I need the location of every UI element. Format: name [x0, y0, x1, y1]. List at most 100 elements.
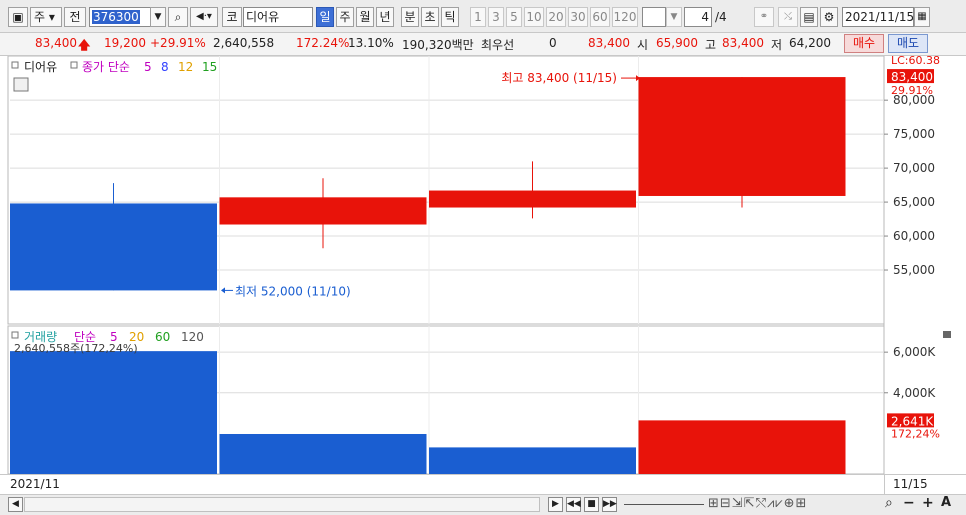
- font-size-icon[interactable]: A: [941, 495, 951, 510]
- low-price: 64,200: [789, 36, 831, 50]
- toolbar: ▣ 주 ▾ 전 376300 ▼ ⌕ ◀·▾ 코 디어유 일 주 월 년 분 초…: [0, 0, 966, 33]
- price-legend-item: 15: [202, 60, 217, 74]
- volume-legend-item: 60: [155, 330, 170, 344]
- page-input[interactable]: 4: [684, 7, 712, 27]
- interval-3[interactable]: 3: [488, 7, 504, 27]
- low-label: 저: [771, 38, 783, 52]
- period-minute[interactable]: 분: [401, 7, 419, 27]
- candle-body: [638, 77, 846, 196]
- pane-menu-icon: [943, 331, 951, 338]
- price-tick-label: 65,000: [893, 195, 935, 209]
- buy-button[interactable]: 매수: [844, 34, 884, 53]
- open-price: 65,900: [656, 36, 698, 50]
- interval-20[interactable]: 20: [546, 7, 566, 27]
- period-tick[interactable]: 틱: [441, 7, 459, 27]
- price-legend-item: 5: [144, 60, 152, 74]
- interval-60[interactable]: 60: [590, 7, 610, 27]
- code-input[interactable]: 376300: [89, 7, 151, 27]
- volume-tick-label: 4,000K: [893, 386, 936, 400]
- grid-toggle-icon: [13, 77, 29, 92]
- code-value: 376300: [92, 10, 140, 24]
- market-label: 주: [34, 10, 46, 24]
- interval-30[interactable]: 30: [568, 7, 588, 27]
- volume-bar: [219, 433, 427, 474]
- axis-divider: [884, 475, 885, 495]
- period-week[interactable]: 주: [336, 7, 354, 27]
- price-legend-item: 종가 단순: [82, 60, 130, 74]
- legend-marker-icon: [11, 331, 19, 339]
- speed-slider[interactable]: [624, 504, 704, 505]
- high-price: 83,400: [722, 36, 764, 50]
- rewind-icon[interactable]: ◀◀: [566, 497, 581, 512]
- interval-dropdown-icon[interactable]: ▼: [666, 7, 682, 27]
- best-quote-qty: 0: [549, 36, 557, 50]
- horizontal-scrollbar[interactable]: [24, 497, 540, 512]
- speaker-icon[interactable]: ◀·▾: [190, 7, 218, 27]
- candle-body: [429, 190, 636, 208]
- interval-custom-input[interactable]: [642, 7, 666, 27]
- price-tick-label: 60,000: [893, 229, 935, 243]
- zoom-icon[interactable]: ⌕: [885, 495, 893, 511]
- date-field[interactable]: 2021/11/15: [842, 7, 914, 27]
- legend-marker-icon: [70, 61, 78, 69]
- quote-bar: 83,400 🡅 19,200 +29.91% 2,640,558 172.24…: [0, 33, 966, 56]
- code-dropdown-icon[interactable]: ▼: [150, 7, 166, 27]
- window-menu-icon[interactable]: ▣: [8, 7, 28, 27]
- calendar-icon[interactable]: ▦: [914, 7, 930, 27]
- sell-button[interactable]: 매도: [888, 34, 928, 53]
- gear-icon[interactable]: ⚙: [820, 7, 838, 27]
- period-year[interactable]: 년: [376, 7, 394, 27]
- volume-value: 2,640,558: [213, 36, 275, 50]
- best-quote-price: 83,400: [588, 36, 630, 50]
- scroll-left-icon[interactable]: ◀: [8, 497, 23, 512]
- interval-1[interactable]: 1: [470, 7, 486, 27]
- last-volume-pct: 172,24%: [891, 427, 940, 440]
- price-change: 19,200: [104, 36, 146, 50]
- chart-svg: 55,00060,00065,00070,00075,00080,000디어유 종…: [7, 54, 951, 475]
- fast-forward-icon[interactable]: ▶▶: [602, 497, 617, 512]
- price-legend-item: 8: [161, 60, 169, 74]
- period-day[interactable]: 일: [316, 7, 334, 27]
- axis-start-label: 2021/11: [10, 477, 60, 491]
- page-total: /4: [715, 10, 727, 24]
- candle-body: [219, 197, 427, 225]
- volume-ratio: 172.24%: [296, 36, 350, 50]
- volume-bar: [10, 351, 217, 474]
- price-tick-label: 55,000: [893, 263, 935, 277]
- axis-end-label: 11/15: [893, 477, 928, 491]
- period-second[interactable]: 초: [421, 7, 439, 27]
- save-icon[interactable]: ▤: [800, 7, 818, 27]
- zoom-out-icon[interactable]: −: [903, 495, 915, 511]
- date-axis-bar: 2021/11 11/15: [0, 474, 966, 495]
- last-volume-label: 2,641K: [891, 414, 934, 428]
- exchange-badge[interactable]: 코: [222, 7, 242, 27]
- drawing-tools-icons[interactable]: ⊞⊟⇲⇱⤲⩘⩗⊕⊞: [708, 496, 807, 511]
- legend-marker-icon: [11, 61, 19, 69]
- search-icon[interactable]: ⌕: [168, 7, 188, 27]
- volume-bar: [429, 447, 636, 474]
- price-legend-title: 디어유: [24, 60, 57, 74]
- interval-120[interactable]: 120: [612, 7, 638, 27]
- trade-amount: 190,320백만: [402, 38, 474, 52]
- play-icon[interactable]: ▶: [548, 497, 563, 512]
- up-arrow-icon: 🡅: [78, 38, 91, 52]
- interval-5[interactable]: 5: [506, 7, 522, 27]
- interval-10[interactable]: 10: [524, 7, 544, 27]
- chart-area: 55,000 60,000 65,000 70,000 75,000 80,000 디어유 종…: [0, 54, 966, 496]
- period-select[interactable]: 전: [64, 7, 86, 27]
- volume-legend-item: 120: [181, 330, 204, 344]
- zoom-in-icon[interactable]: +: [922, 495, 934, 511]
- low-annotation: 최저 52,000 (11/10): [235, 284, 351, 298]
- trend-icon[interactable]: ⤯: [778, 7, 798, 27]
- market-select[interactable]: 주 ▾: [30, 7, 62, 27]
- bottom-toolbar: ◀ ▶ ◀◀ ■ ▶▶ ⊞⊟⇲⇱⤲⩘⩗⊕⊞ ⌕ − + A: [0, 494, 966, 515]
- change-percent: +29.91%: [150, 36, 206, 50]
- compare-icon[interactable]: ⚭: [754, 7, 774, 27]
- period-month[interactable]: 월: [356, 7, 374, 27]
- stock-name-field[interactable]: 디어유: [243, 7, 313, 27]
- clipped-axis-label: LC:60.38: [891, 56, 940, 67]
- open-label: 시: [637, 38, 649, 52]
- stop-icon[interactable]: ■: [584, 497, 599, 512]
- volume-tick-label: 6,000K: [893, 345, 936, 359]
- price-tick-label: 70,000: [893, 161, 935, 175]
